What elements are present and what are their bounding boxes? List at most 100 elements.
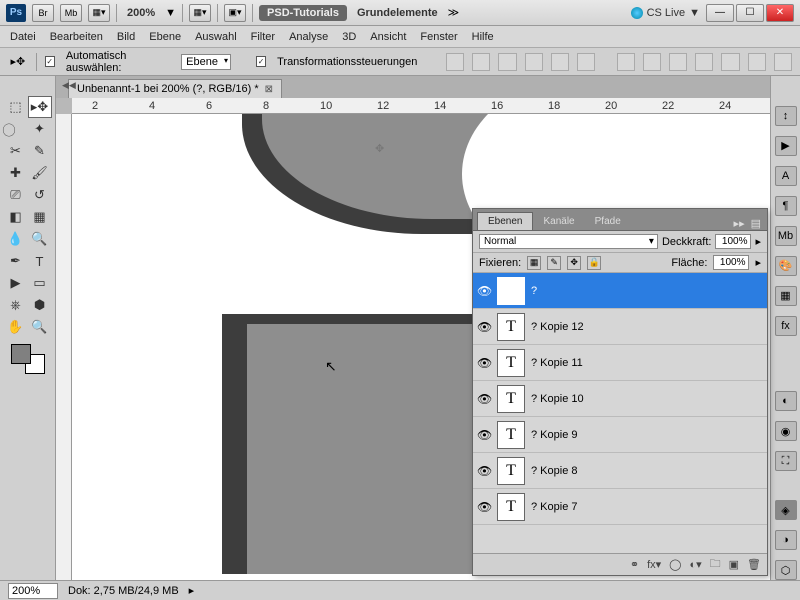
path-select-tool[interactable]: ▶ bbox=[4, 272, 28, 294]
fill-flyout-icon[interactable]: ▸ bbox=[755, 256, 761, 269]
character-panel-icon[interactable]: A bbox=[775, 166, 797, 186]
screenmode-button[interactable]: ▣▾ bbox=[224, 4, 246, 22]
distribute-button[interactable] bbox=[617, 53, 635, 71]
menu-datei[interactable]: Datei bbox=[10, 31, 36, 43]
align-button[interactable] bbox=[472, 53, 490, 71]
zoom-tool[interactable]: 🔍 bbox=[28, 316, 52, 338]
eyedropper-tool[interactable]: ✎ bbox=[28, 140, 52, 162]
blendmode-select[interactable]: Normal bbox=[479, 234, 658, 249]
menu-fenster[interactable]: Fenster bbox=[420, 31, 457, 43]
layer-mask-icon[interactable]: ◯ bbox=[669, 558, 681, 571]
workspace-more[interactable]: ≫ bbox=[448, 6, 460, 19]
lasso-tool[interactable]: ⃝ bbox=[4, 118, 28, 140]
brush-tool[interactable]: 🖌 bbox=[28, 162, 52, 184]
channels-panel-icon[interactable]: ◑ bbox=[775, 530, 797, 550]
blur-tool[interactable]: 💧 bbox=[4, 228, 28, 250]
status-zoom-input[interactable]: 200% bbox=[8, 583, 58, 599]
align-button[interactable] bbox=[577, 53, 595, 71]
dodge-tool[interactable]: 🔍 bbox=[28, 228, 52, 250]
distribute-button[interactable] bbox=[643, 53, 661, 71]
layer-row[interactable]: 👁T? Kopie 9 bbox=[473, 417, 767, 453]
layer-thumbnail[interactable]: T bbox=[497, 313, 525, 341]
mb-panel-icon[interactable]: Mb bbox=[775, 226, 797, 246]
masks-panel-icon[interactable]: ◉ bbox=[775, 421, 797, 441]
menu-bild[interactable]: Bild bbox=[117, 31, 135, 43]
paragraph-panel-icon[interactable]: ¶ bbox=[775, 196, 797, 216]
transform-checkbox[interactable]: ✓ bbox=[256, 56, 266, 67]
layer-thumbnail[interactable]: T bbox=[497, 457, 525, 485]
maximize-button[interactable]: ☐ bbox=[736, 4, 764, 22]
color-swatches[interactable] bbox=[11, 344, 45, 374]
minibridge-button[interactable]: Mb bbox=[60, 4, 82, 22]
lock-all-icon[interactable]: 🔒 bbox=[587, 256, 601, 270]
layer-name[interactable]: ? Kopie 10 bbox=[531, 393, 584, 405]
layer-name[interactable]: ? bbox=[531, 285, 537, 297]
adjustment-layer-icon[interactable]: ◐▾ bbox=[689, 558, 701, 571]
actions-panel-icon[interactable]: ▶ bbox=[775, 136, 797, 156]
close-button[interactable]: ✕ bbox=[766, 4, 794, 22]
distribute-button[interactable] bbox=[669, 53, 687, 71]
visibility-icon[interactable]: 👁 bbox=[477, 320, 491, 334]
adjustments-panel-icon[interactable]: ◐ bbox=[775, 391, 797, 411]
move-tool[interactable]: ▸✥ bbox=[28, 96, 52, 118]
workspace-button-2[interactable]: Grundelemente bbox=[353, 7, 442, 19]
3d-tool[interactable]: ⎈ bbox=[4, 294, 28, 316]
menu-filter[interactable]: Filter bbox=[251, 31, 275, 43]
layer-fx-icon[interactable]: fx▾ bbox=[647, 558, 661, 571]
shape-tool[interactable]: ▭ bbox=[28, 272, 52, 294]
lock-transparency-icon[interactable]: ▦ bbox=[527, 256, 541, 270]
menu-analyse[interactable]: Analyse bbox=[289, 31, 328, 43]
menu-ebene[interactable]: Ebene bbox=[149, 31, 181, 43]
document-tab[interactable]: Unbenannt-1 bei 200% (?, RGB/16) * ⊠ bbox=[68, 79, 282, 98]
menu-hilfe[interactable]: Hilfe bbox=[472, 31, 494, 43]
styles-panel-icon[interactable]: fx bbox=[775, 316, 797, 336]
navigator-panel-icon[interactable]: ⛶ bbox=[775, 451, 797, 471]
bridge-button[interactable]: Br bbox=[32, 4, 54, 22]
layer-row[interactable]: 👁T? Kopie 7 bbox=[473, 489, 767, 525]
layer-thumbnail[interactable]: T bbox=[497, 349, 525, 377]
paths-panel-icon[interactable]: ⬡ bbox=[775, 560, 797, 580]
eraser-tool[interactable]: ◧ bbox=[4, 206, 28, 228]
align-button[interactable] bbox=[551, 53, 569, 71]
layer-row[interactable]: 👁T? bbox=[473, 273, 767, 309]
cslive-button[interactable]: CS Live▼ bbox=[631, 7, 700, 19]
layer-row[interactable]: 👁T? Kopie 11 bbox=[473, 345, 767, 381]
collapse-toolbox-icon[interactable]: ◀◀ bbox=[62, 80, 76, 91]
visibility-icon[interactable]: 👁 bbox=[477, 428, 491, 442]
new-layer-icon[interactable]: ▣ bbox=[729, 558, 739, 571]
menu-3d[interactable]: 3D bbox=[342, 31, 356, 43]
menu-bearbeiten[interactable]: Bearbeiten bbox=[50, 31, 103, 43]
layer-name[interactable]: ? Kopie 8 bbox=[531, 465, 577, 477]
panel-collapse-icon[interactable]: ▸▸ bbox=[734, 217, 745, 230]
lock-position-icon[interactable]: ✥ bbox=[567, 256, 581, 270]
layer-name[interactable]: ? Kopie 9 bbox=[531, 429, 577, 441]
visibility-icon[interactable]: 👁 bbox=[477, 356, 491, 370]
wand-tool[interactable]: ✦ bbox=[28, 118, 52, 140]
layer-thumbnail[interactable]: T bbox=[497, 385, 525, 413]
menu-ansicht[interactable]: Ansicht bbox=[370, 31, 406, 43]
close-tab-icon[interactable]: ⊠ bbox=[265, 84, 273, 95]
autoselect-dropdown[interactable]: Ebene bbox=[181, 54, 231, 70]
distribute-button[interactable] bbox=[695, 53, 713, 71]
distribute-button[interactable] bbox=[721, 53, 739, 71]
crop-tool[interactable]: ✂ bbox=[4, 140, 28, 162]
panel-menu-icon[interactable]: ▤ bbox=[751, 217, 761, 230]
visibility-icon[interactable]: 👁 bbox=[477, 500, 491, 514]
delete-layer-icon[interactable]: 🗑 bbox=[747, 558, 761, 571]
distribute-button[interactable] bbox=[748, 53, 766, 71]
align-button[interactable] bbox=[446, 53, 464, 71]
type-tool[interactable]: T bbox=[28, 250, 52, 272]
opacity-flyout-icon[interactable]: ▸ bbox=[755, 235, 761, 248]
pen-tool[interactable]: ✒ bbox=[4, 250, 28, 272]
hand-tool[interactable]: ✋ bbox=[4, 316, 28, 338]
visibility-icon[interactable]: 👁 bbox=[477, 284, 491, 298]
group-icon[interactable]: 🗀 bbox=[710, 555, 721, 574]
zoom-level[interactable]: 200% bbox=[123, 7, 159, 19]
minimize-button[interactable]: — bbox=[706, 4, 734, 22]
visibility-icon[interactable]: 👁 bbox=[477, 392, 491, 406]
marquee-tool[interactable]: ⬚ bbox=[4, 96, 28, 118]
workspace-button-1[interactable]: PSD-Tutorials bbox=[259, 5, 347, 21]
layer-name[interactable]: ? Kopie 12 bbox=[531, 321, 584, 333]
autoselect-checkbox[interactable]: ✓ bbox=[45, 56, 55, 67]
foreground-color[interactable] bbox=[11, 344, 31, 364]
